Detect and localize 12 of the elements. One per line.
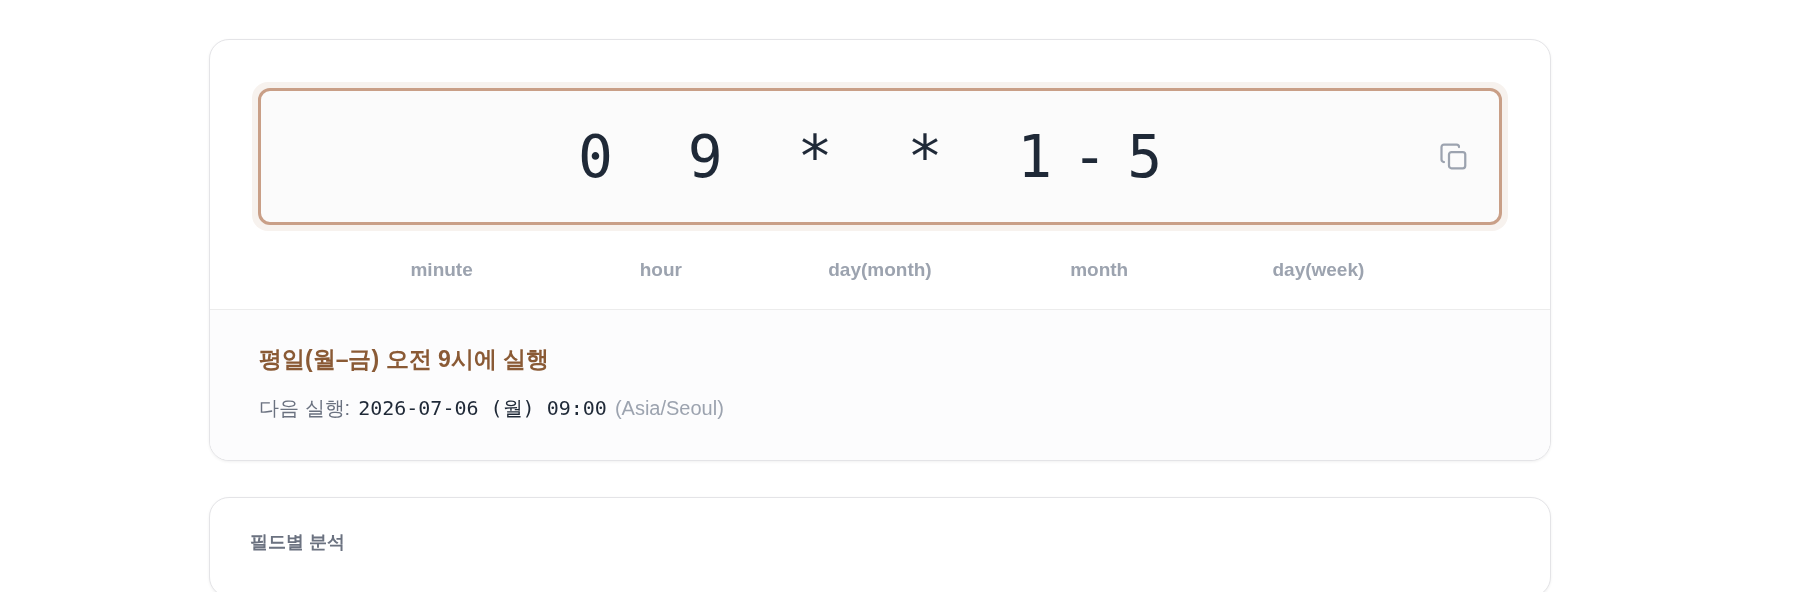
copy-icon [1439, 141, 1469, 172]
cron-input-field[interactable]: 0 9 * * 1-5 [258, 88, 1502, 225]
field-label: hour [639, 259, 682, 281]
schedule-description: 평일(월–금) 오전 9시에 실행 [259, 345, 551, 374]
timezone: (Asia/Seoul) [614, 397, 724, 420]
field-label: month [1070, 259, 1129, 281]
section-title: 필드별 분석 [250, 531, 346, 554]
next-run-time: 2026-07-06 (월) 09:00 [358, 395, 607, 422]
field-label: minute [410, 259, 473, 281]
field-label: day(month) [828, 259, 932, 281]
field-label: day(week) [1272, 259, 1365, 281]
next-run-label: 다음 실행: [259, 396, 351, 421]
